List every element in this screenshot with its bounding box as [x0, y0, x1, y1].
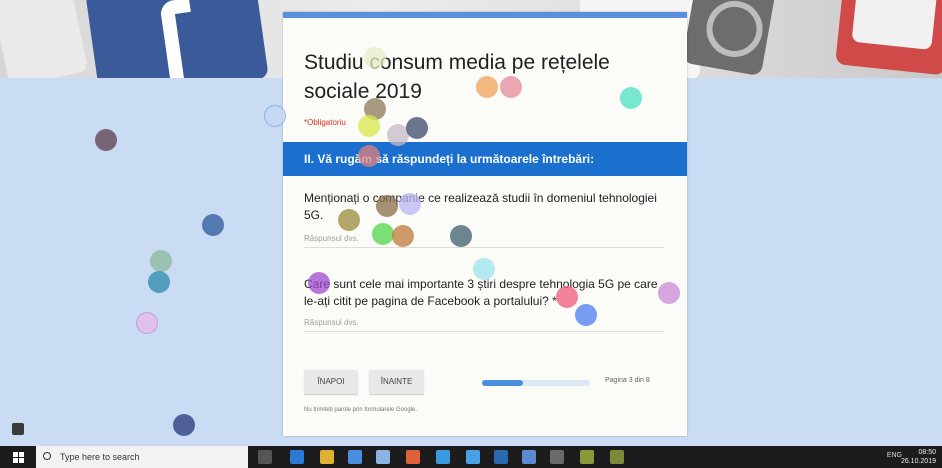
task-view-icon[interactable] — [258, 450, 272, 464]
app-icon[interactable] — [494, 450, 508, 464]
progress-bar — [482, 380, 590, 386]
chrome-icon[interactable] — [406, 450, 420, 464]
windows-icon — [12, 451, 24, 463]
question-1-answer-input[interactable]: Răspunsul dvs. — [304, 230, 664, 248]
facebook-key-image — [85, 0, 269, 78]
form-card: Studiu consum media pe rețelele sociale … — [283, 12, 687, 436]
start-button[interactable] — [0, 446, 36, 468]
required-note: *Obligatoriu — [304, 118, 346, 127]
store-icon[interactable] — [348, 450, 362, 464]
next-button[interactable]: ÎNAINTE — [369, 370, 424, 394]
app-icon[interactable] — [580, 450, 594, 464]
keyboard-key-image — [0, 0, 89, 78]
feedback-icon[interactable] — [12, 423, 24, 435]
section-header: II. Vă rugăm să răspundeți la următoarel… — [283, 142, 687, 176]
app-icon[interactable] — [550, 450, 564, 464]
question-2-text: Care sunt cele mai importante 3 știri de… — [304, 277, 658, 308]
search-icon — [43, 452, 51, 460]
app-icon[interactable] — [610, 450, 624, 464]
taskbar-search-box[interactable]: Type here to search — [36, 446, 248, 468]
overlay-dot — [136, 312, 158, 334]
keyboard-key-image — [835, 0, 942, 76]
back-button[interactable]: ÎNAPOI — [304, 370, 358, 394]
clock-date: 26.10.2019 — [900, 458, 936, 465]
form-title: Studiu consum media pe rețelele sociale … — [304, 51, 610, 103]
system-clock[interactable]: 08:50 26.10.2019 — [901, 448, 936, 466]
overlay-dot — [95, 129, 117, 151]
page-indicator: Pagina 3 din 8 — [605, 377, 650, 384]
question-1-text: Menționați o companie ce realizează stud… — [304, 191, 657, 222]
clock-time: 08:50 — [918, 449, 936, 456]
taskbar: Type here to search ENG 08:50 26.10.2019 — [0, 446, 942, 468]
question-2-answer-input[interactable]: Răspunsul dvs. — [304, 314, 664, 332]
overlay-dot — [202, 214, 224, 236]
password-warning: Nu trimiteți parole prin formularele Goo… — [304, 407, 418, 413]
mail-icon[interactable] — [376, 450, 390, 464]
app-icon[interactable] — [522, 450, 536, 464]
app-icon[interactable] — [436, 450, 450, 464]
edge-browser-icon[interactable] — [290, 450, 304, 464]
overlay-dot — [148, 271, 170, 293]
search-placeholder: Type here to search — [60, 452, 140, 462]
file-explorer-icon[interactable] — [320, 450, 334, 464]
system-tray-language[interactable]: ENG — [887, 452, 902, 459]
progress-bar-fill — [482, 380, 524, 386]
overlay-dot — [173, 414, 195, 436]
app-icon[interactable] — [466, 450, 480, 464]
instagram-key-image — [681, 0, 779, 77]
overlay-dot — [150, 250, 172, 272]
